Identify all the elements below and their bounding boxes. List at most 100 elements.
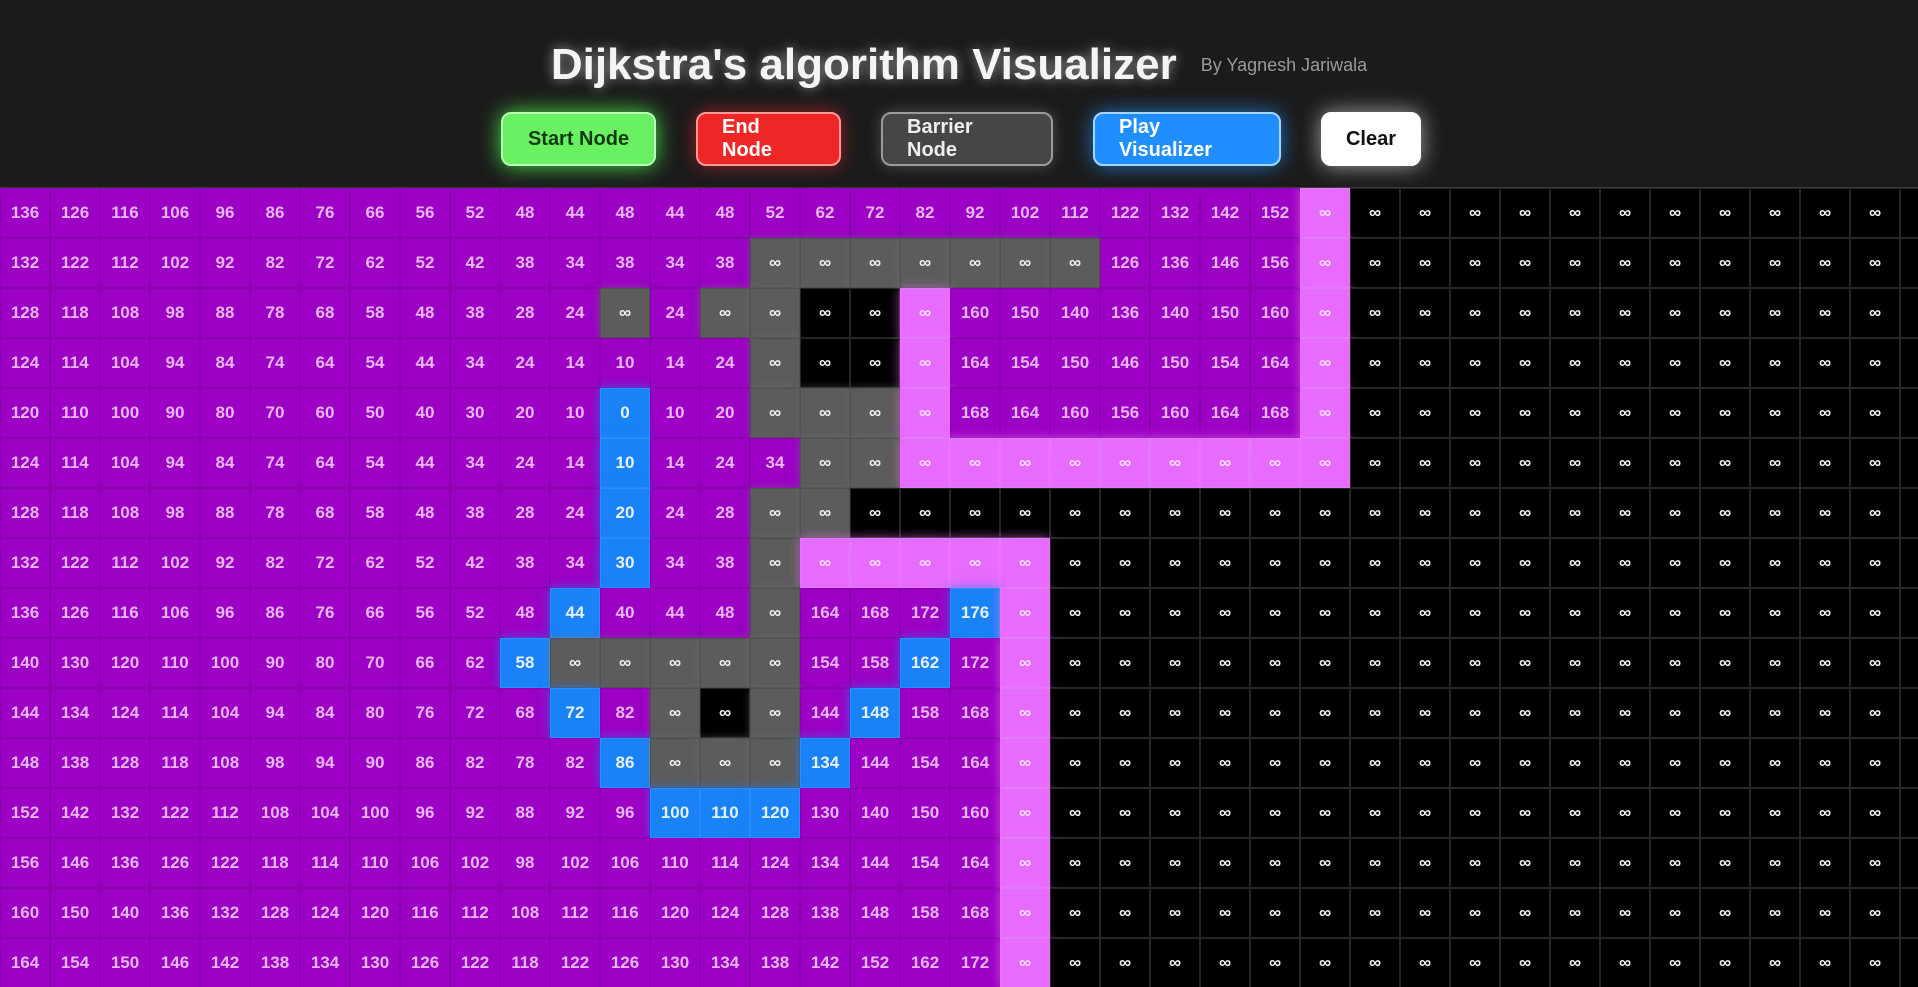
grid-cell-unvisited[interactable]: ∞: [1200, 938, 1250, 987]
grid-cell-unvisited[interactable]: ∞: [1350, 788, 1400, 838]
grid-cell-unvisited[interactable]: ∞: [1550, 838, 1600, 888]
grid-cell-unvisited[interactable]: ∞: [1450, 188, 1500, 238]
grid-cell-unvisited[interactable]: ∞: [1600, 238, 1650, 288]
grid-cell-unvisited[interactable]: ∞: [1800, 838, 1850, 888]
grid-cell-unvisited[interactable]: ∞: [1600, 688, 1650, 738]
grid-cell-unvisited[interactable]: ∞: [1400, 288, 1450, 338]
grid-cell-visited[interactable]: 86: [250, 188, 300, 238]
grid-cell-unvisited[interactable]: ∞: [1550, 288, 1600, 338]
grid-cell-visited[interactable]: 52: [400, 538, 450, 588]
grid-cell-barrier[interactable]: ∞: [750, 488, 800, 538]
grid-cell-unvisited[interactable]: ∞: [1300, 688, 1350, 738]
grid-cell-unvisited[interactable]: ∞: [1800, 188, 1850, 238]
grid-cell-visited[interactable]: 44: [650, 588, 700, 638]
grid-cell-visited[interactable]: 56: [400, 188, 450, 238]
grid-cell-unvisited[interactable]: ∞: [1400, 838, 1450, 888]
grid-cell-unvisited[interactable]: ∞: [1650, 688, 1700, 738]
grid-cell-path[interactable]: ∞: [1300, 338, 1350, 388]
grid-cell-unvisited[interactable]: ∞: [1450, 488, 1500, 538]
grid-cell-visited[interactable]: 124: [700, 888, 750, 938]
grid-cell-visited[interactable]: 90: [150, 388, 200, 438]
grid-cell-visited[interactable]: 104: [100, 438, 150, 488]
grid-cell-path[interactable]: ∞: [900, 388, 950, 438]
grid-cell-path[interactable]: ∞: [900, 538, 950, 588]
grid-cell-visited[interactable]: 42: [450, 238, 500, 288]
grid-cell-unvisited[interactable]: ∞: [1300, 538, 1350, 588]
grid-cell-path[interactable]: ∞: [1000, 688, 1050, 738]
grid-cell-barrier[interactable]: ∞: [1050, 238, 1100, 288]
grid-cell-unvisited[interactable]: ∞: [1500, 238, 1550, 288]
grid-cell-unvisited[interactable]: ∞: [1700, 288, 1750, 338]
grid-cell-unvisited[interactable]: ∞: [1650, 238, 1700, 288]
grid-cell-unvisited[interactable]: ∞: [1200, 788, 1250, 838]
grid-cell-visited[interactable]: 122: [50, 238, 100, 288]
grid-cell-unvisited[interactable]: ∞: [1400, 688, 1450, 738]
grid-cell-barrier[interactable]: ∞: [1000, 238, 1050, 288]
grid-cell-unvisited[interactable]: ∞: [1500, 588, 1550, 638]
grid-cell-barrier[interactable]: ∞: [750, 588, 800, 638]
grid-cell-unvisited[interactable]: ∞: [1800, 788, 1850, 838]
grid-cell-visited[interactable]: 82: [550, 738, 600, 788]
grid-cell-visited[interactable]: 10: [550, 388, 600, 438]
grid-cell-barrier[interactable]: ∞: [850, 238, 900, 288]
grid-cell-unvisited[interactable]: ∞: [1550, 638, 1600, 688]
grid-cell-unvisited[interactable]: ∞: [1100, 888, 1150, 938]
grid-cell-unvisited[interactable]: ∞: [1550, 688, 1600, 738]
grid-cell-unvisited[interactable]: ∞: [1050, 738, 1100, 788]
grid-cell-visited[interactable]: 48: [400, 288, 450, 338]
grid-cell-unvisited[interactable]: ∞: [1500, 888, 1550, 938]
grid-cell-unvisited[interactable]: ∞: [1350, 488, 1400, 538]
grid-cell-visited[interactable]: 128: [250, 888, 300, 938]
grid-cell-visited[interactable]: 102: [450, 838, 500, 888]
grid-cell-visited[interactable]: 58: [350, 488, 400, 538]
grid-cell-unvisited[interactable]: ∞: [1850, 188, 1900, 238]
grid-cell-unvisited[interactable]: ∞: [1700, 788, 1750, 838]
grid-cell-shortest-path-from-start[interactable]: 134: [800, 738, 850, 788]
grid-cell-visited[interactable]: 160: [950, 288, 1000, 338]
grid-cell-visited[interactable]: 88: [200, 488, 250, 538]
grid-cell-visited[interactable]: 160: [1050, 388, 1100, 438]
grid-cell-unvisited[interactable]: ∞: [1150, 738, 1200, 788]
grid-cell-unvisited[interactable]: ∞: [1450, 388, 1500, 438]
grid-cell-shortest-path-from-start[interactable]: 110: [700, 788, 750, 838]
grid-cell-visited[interactable]: 118: [250, 838, 300, 888]
grid-cell-visited[interactable]: 106: [600, 838, 650, 888]
grid-cell-unvisited[interactable]: ∞: [1100, 538, 1150, 588]
grid-cell-unvisited[interactable]: ∞: [1750, 338, 1800, 388]
grid-cell-unvisited[interactable]: ∞: [1700, 838, 1750, 888]
grid-cell-path[interactable]: ∞: [1300, 438, 1350, 488]
grid-cell-visited[interactable]: 96: [400, 788, 450, 838]
grid-cell-visited[interactable]: 156: [1100, 388, 1150, 438]
grid-cell-unvisited[interactable]: ∞: [1300, 788, 1350, 838]
grid-cell-visited[interactable]: 78: [500, 738, 550, 788]
grid-cell-visited[interactable]: 122: [200, 838, 250, 888]
grid-cell-visited[interactable]: 144: [850, 838, 900, 888]
grid-cell-visited[interactable]: 128: [0, 288, 50, 338]
grid-cell-visited[interactable]: 82: [900, 188, 950, 238]
grid-cell-unvisited[interactable]: ∞: [1150, 838, 1200, 888]
grid-cell-unvisited[interactable]: ∞: [1150, 488, 1200, 538]
grid-cell-visited[interactable]: 122: [550, 938, 600, 987]
grid-cell-unvisited[interactable]: ∞: [1800, 288, 1850, 338]
grid-cell-shortest-path-from-start[interactable]: 176: [950, 588, 1000, 638]
grid-cell-unvisited[interactable]: ∞: [1500, 538, 1550, 588]
grid-cell-unvisited[interactable]: ∞: [1150, 588, 1200, 638]
grid-cell-unvisited[interactable]: ∞: [1550, 338, 1600, 388]
grid-cell-unvisited[interactable]: ∞: [1750, 688, 1800, 738]
grid-cell-visited[interactable]: 106: [400, 838, 450, 888]
grid-cell-visited[interactable]: 118: [50, 488, 100, 538]
grid-cell-visited[interactable]: 124: [300, 888, 350, 938]
grid-cell-unvisited[interactable]: ∞: [1800, 538, 1850, 588]
grid-cell-unvisited[interactable]: ∞: [1850, 738, 1900, 788]
grid-cell-visited[interactable]: 108: [100, 288, 150, 338]
grid-cell-unvisited[interactable]: ∞: [1500, 838, 1550, 888]
grid-cell-visited[interactable]: 54: [350, 438, 400, 488]
grid-cell-visited[interactable]: 96: [600, 788, 650, 838]
grid-cell-visited[interactable]: 94: [300, 738, 350, 788]
grid-cell-visited[interactable]: 164: [0, 938, 50, 987]
grid-cell-visited[interactable]: 80: [350, 688, 400, 738]
grid-cell-visited[interactable]: 48: [700, 588, 750, 638]
grid-cell-path[interactable]: ∞: [1000, 938, 1050, 987]
grid-cell-unvisited[interactable]: ∞: [1900, 838, 1918, 888]
grid-cell-visited[interactable]: 114: [300, 838, 350, 888]
